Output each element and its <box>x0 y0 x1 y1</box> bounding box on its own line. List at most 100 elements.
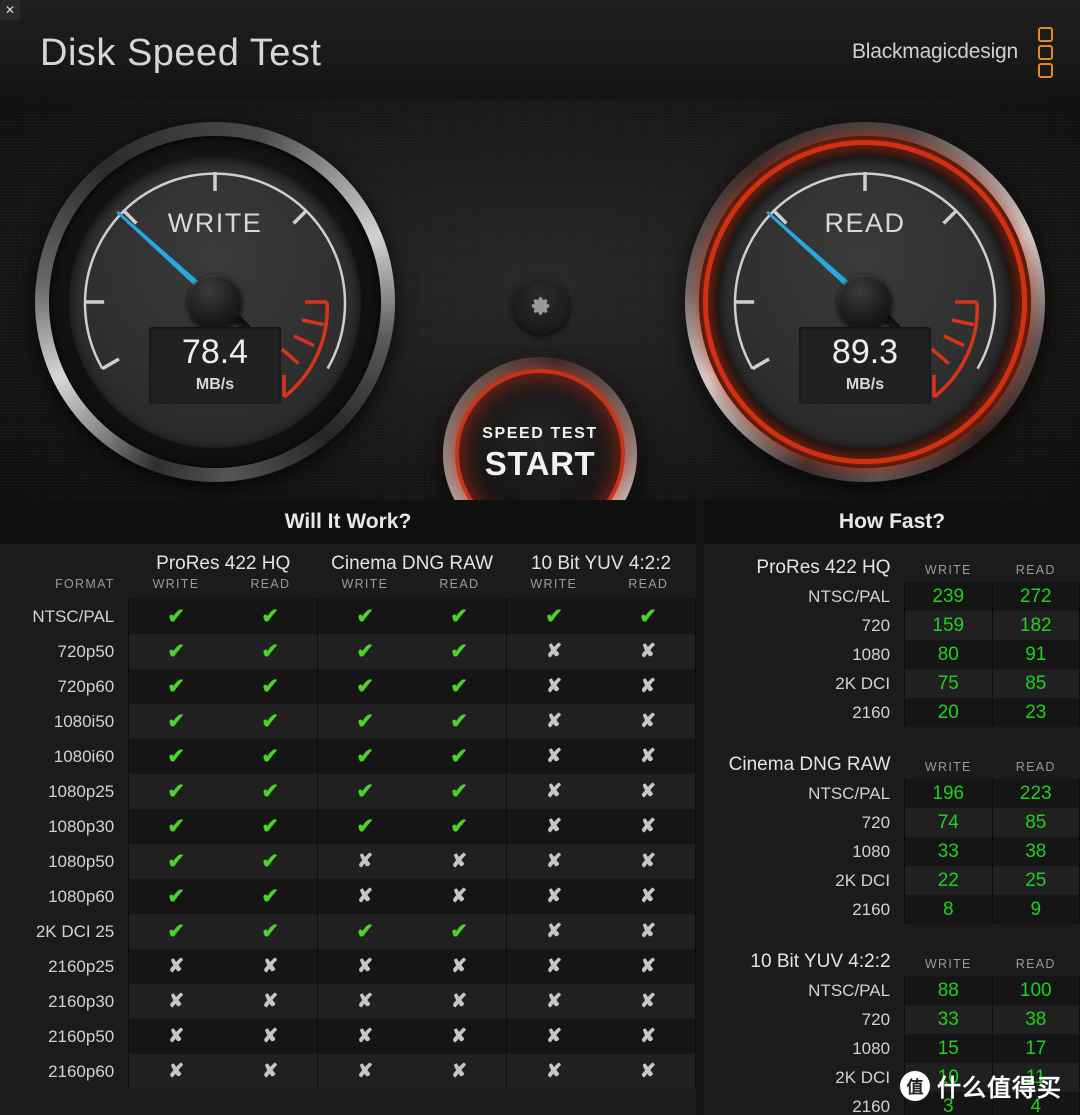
table-row: NTSC/PAL 239 272 <box>704 582 1080 611</box>
unsupported-cross-icon: ✘ <box>601 914 697 949</box>
write-speed-value: 88 <box>904 976 993 1005</box>
start-button-sublabel: SPEED TEST <box>482 425 598 442</box>
unsupported-cross-icon: ✘ <box>601 844 697 879</box>
supported-check-icon: ✔ <box>223 669 318 704</box>
section-spacer <box>704 924 1080 938</box>
unsupported-cross-icon: ✘ <box>317 984 413 1019</box>
table-row: 720 159 182 <box>704 611 1080 640</box>
supported-check-icon: ✔ <box>601 599 697 634</box>
table-row: 1080 15 17 <box>704 1034 1080 1063</box>
supported-check-icon: ✔ <box>317 914 413 949</box>
resolution-label: 2K DCI <box>835 673 891 693</box>
table-row: 720p60 ✔ ✔ ✔ ✔ ✘ ✘ <box>0 669 697 704</box>
blackmagic-logo-icon <box>1038 27 1058 81</box>
unsupported-cross-icon: ✘ <box>601 774 697 809</box>
supported-check-icon: ✔ <box>128 774 224 809</box>
supported-check-icon: ✔ <box>317 634 413 669</box>
gear-icon <box>531 297 550 315</box>
supported-check-icon: ✔ <box>317 739 413 774</box>
supported-check-icon: ✔ <box>128 809 224 844</box>
write-speed-value: 3 <box>904 1092 993 1115</box>
settings-button[interactable] <box>513 278 569 334</box>
supported-check-icon: ✔ <box>223 739 318 774</box>
supported-check-icon: ✔ <box>412 739 507 774</box>
supported-check-icon: ✔ <box>317 704 413 739</box>
write-value: 78.4 <box>181 333 249 371</box>
read-speed-value: 85 <box>992 669 1080 698</box>
unsupported-cross-icon: ✘ <box>506 774 602 809</box>
table-row: 720 74 85 <box>704 808 1080 837</box>
will-it-work-title: Will It Work? <box>0 500 696 544</box>
unsupported-cross-icon: ✘ <box>506 1054 602 1089</box>
unsupported-cross-icon: ✘ <box>601 634 697 669</box>
how-fast-table: ProRes 422 HQ WRITE READ NTSC/PAL 239 272 720 1… <box>704 544 1080 1115</box>
write-speed-value: 22 <box>904 866 993 895</box>
format-label: 2160p30 <box>0 984 129 1019</box>
write-speed-value: 74 <box>904 808 993 837</box>
table-row: 2160p30 ✘ ✘ ✘ ✘ ✘ ✘ <box>0 984 697 1019</box>
resolution-label: 2K DCI <box>835 1067 891 1087</box>
table-row: NTSC/PAL 88 100 <box>704 976 1080 1005</box>
unsupported-cross-icon: ✘ <box>506 984 602 1019</box>
unsupported-cross-icon: ✘ <box>506 844 602 879</box>
unsupported-cross-icon: ✘ <box>412 1054 507 1089</box>
resolution-label: 720 <box>861 1009 891 1029</box>
unsupported-cross-icon: ✘ <box>506 634 602 669</box>
supported-check-icon: ✔ <box>223 599 318 634</box>
write-speed-value: 10 <box>904 1063 993 1092</box>
write-gauge: WRITE 78.4 MB/s <box>35 122 395 482</box>
supported-check-icon: ✔ <box>223 914 318 949</box>
supported-check-icon: ✔ <box>317 599 413 634</box>
unsupported-cross-icon: ✘ <box>317 879 413 914</box>
unsupported-cross-icon: ✘ <box>223 949 318 984</box>
supported-check-icon: ✔ <box>412 774 507 809</box>
unsupported-cross-icon: ✘ <box>601 984 697 1019</box>
format-column-header: FORMAT <box>0 544 129 599</box>
supported-check-icon: ✔ <box>128 669 224 704</box>
how-fast-panel: How Fast? ProRes 422 HQ WRITE READ NTSC/PAL… <box>704 500 1080 1115</box>
supported-check-icon: ✔ <box>128 704 224 739</box>
table-row: 1080 33 38 <box>704 837 1080 866</box>
table-row: 2K DCI 22 25 <box>704 866 1080 895</box>
supported-check-icon: ✔ <box>412 914 507 949</box>
gauge-hub <box>838 275 892 329</box>
supported-check-icon: ✔ <box>223 809 318 844</box>
supported-check-icon: ✔ <box>317 669 413 704</box>
close-icon[interactable]: ✕ <box>0 0 20 20</box>
supported-check-icon: ✔ <box>128 739 224 774</box>
supported-check-icon: ✔ <box>412 704 507 739</box>
unsupported-cross-icon: ✘ <box>317 1019 413 1054</box>
write-speed-value: 196 <box>904 779 993 808</box>
unsupported-cross-icon: ✘ <box>412 879 507 914</box>
resolution-label: NTSC/PAL <box>808 783 891 803</box>
will-it-work-rows: NTSC/PAL ✔ ✔ ✔ ✔ ✔ ✔ 720p50 ✔ ✔ ✔ ✔ ✘ ✘ 720p60 ✔ ✔ ✔ ✔ ✘ ✘ 10… <box>0 599 697 1089</box>
table-row: 2160p25 ✘ ✘ ✘ ✘ ✘ ✘ <box>0 949 697 984</box>
how-fast-rows: ProRes 422 HQ WRITE READ NTSC/PAL 239 272 720 1… <box>704 544 1080 1115</box>
unsupported-cross-icon: ✘ <box>601 704 697 739</box>
table-row: 2K DCI 10 11 <box>704 1063 1080 1092</box>
page-title: Disk Speed Test <box>40 32 322 74</box>
unsupported-cross-icon: ✘ <box>317 1054 413 1089</box>
write-speed-value: 15 <box>904 1034 993 1063</box>
codec-group-0: ProRes 422 HQ <box>128 544 318 577</box>
resolution-label: NTSC/PAL <box>808 980 891 1000</box>
subheader-read-g1: READ <box>412 577 507 599</box>
how-fast-title: How Fast? <box>704 500 1080 544</box>
subheader-read: READ <box>1015 760 1056 774</box>
read-speed-value: 25 <box>992 866 1080 895</box>
table-row: 1080p60 ✔ ✔ ✘ ✘ ✘ ✘ <box>0 879 697 914</box>
supported-check-icon: ✔ <box>223 879 318 914</box>
unsupported-cross-icon: ✘ <box>128 984 224 1019</box>
unsupported-cross-icon: ✘ <box>412 949 507 984</box>
unsupported-cross-icon: ✘ <box>223 1054 318 1089</box>
supported-check-icon: ✔ <box>128 599 224 634</box>
unsupported-cross-icon: ✘ <box>506 669 602 704</box>
unsupported-cross-icon: ✘ <box>223 984 318 1019</box>
unsupported-cross-icon: ✘ <box>601 669 697 704</box>
read-speed-value: 38 <box>992 1005 1080 1034</box>
write-gauge-label: WRITE <box>167 208 263 238</box>
section-spacer <box>704 727 1080 741</box>
read-speed-value: 38 <box>992 837 1080 866</box>
write-speed-value: 33 <box>904 837 993 866</box>
unsupported-cross-icon: ✘ <box>317 844 413 879</box>
